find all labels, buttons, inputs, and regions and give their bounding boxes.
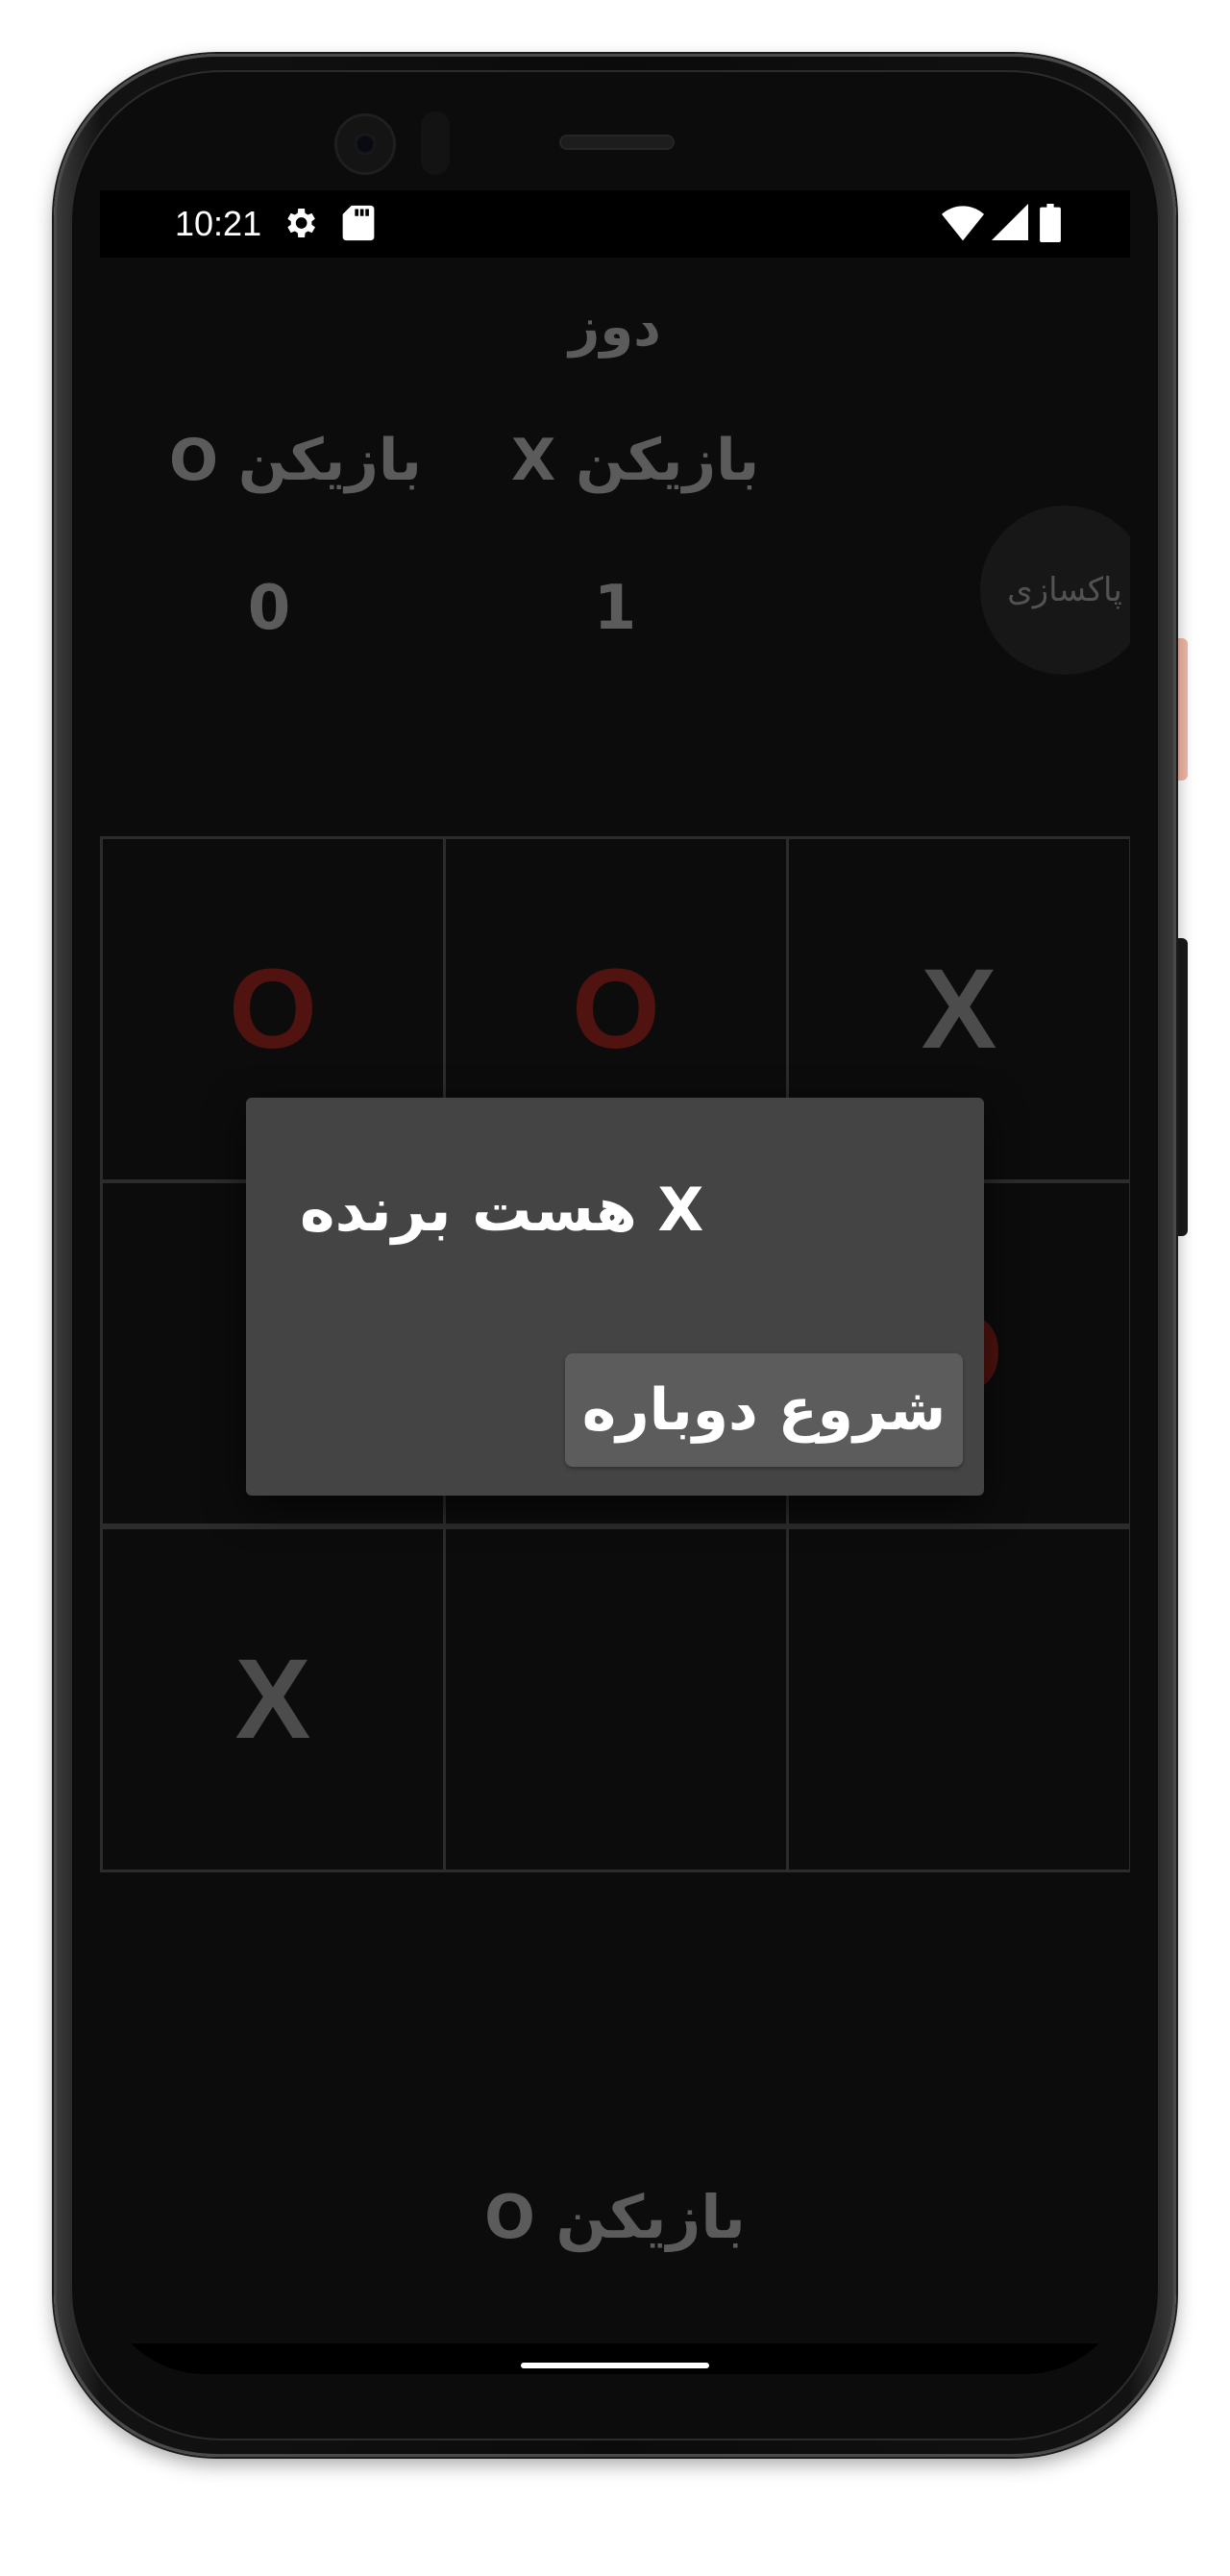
winner-dialog: X هست برنده شروع دوباره <box>246 1098 984 1496</box>
device-stage: 10:21 دوز بازیکن O بازیکن X 0 1 پاکسازی … <box>0 0 1230 2576</box>
settings-icon <box>287 209 315 237</box>
cell-signal-icon <box>992 204 1028 240</box>
dialog-title: X هست برنده <box>300 1175 704 1245</box>
phone-screen: 10:21 دوز بازیکن O بازیکن X 0 1 پاکسازی … <box>100 190 1130 2374</box>
wifi-icon <box>942 206 984 241</box>
status-time: 10:21 <box>175 204 262 243</box>
power-button[interactable] <box>1174 638 1188 780</box>
restart-button[interactable]: شروع دوباره <box>565 1353 963 1467</box>
navigation-bar <box>100 2343 1130 2374</box>
earpiece-speaker <box>559 135 675 150</box>
sd-card-icon <box>342 205 375 241</box>
home-gesture-handle[interactable] <box>521 2363 709 2368</box>
sensor-icon <box>421 111 450 175</box>
battery-icon <box>1040 204 1061 242</box>
status-bar: 10:21 <box>100 190 1130 258</box>
volume-button[interactable] <box>1174 938 1188 1236</box>
front-camera-icon <box>334 113 396 175</box>
